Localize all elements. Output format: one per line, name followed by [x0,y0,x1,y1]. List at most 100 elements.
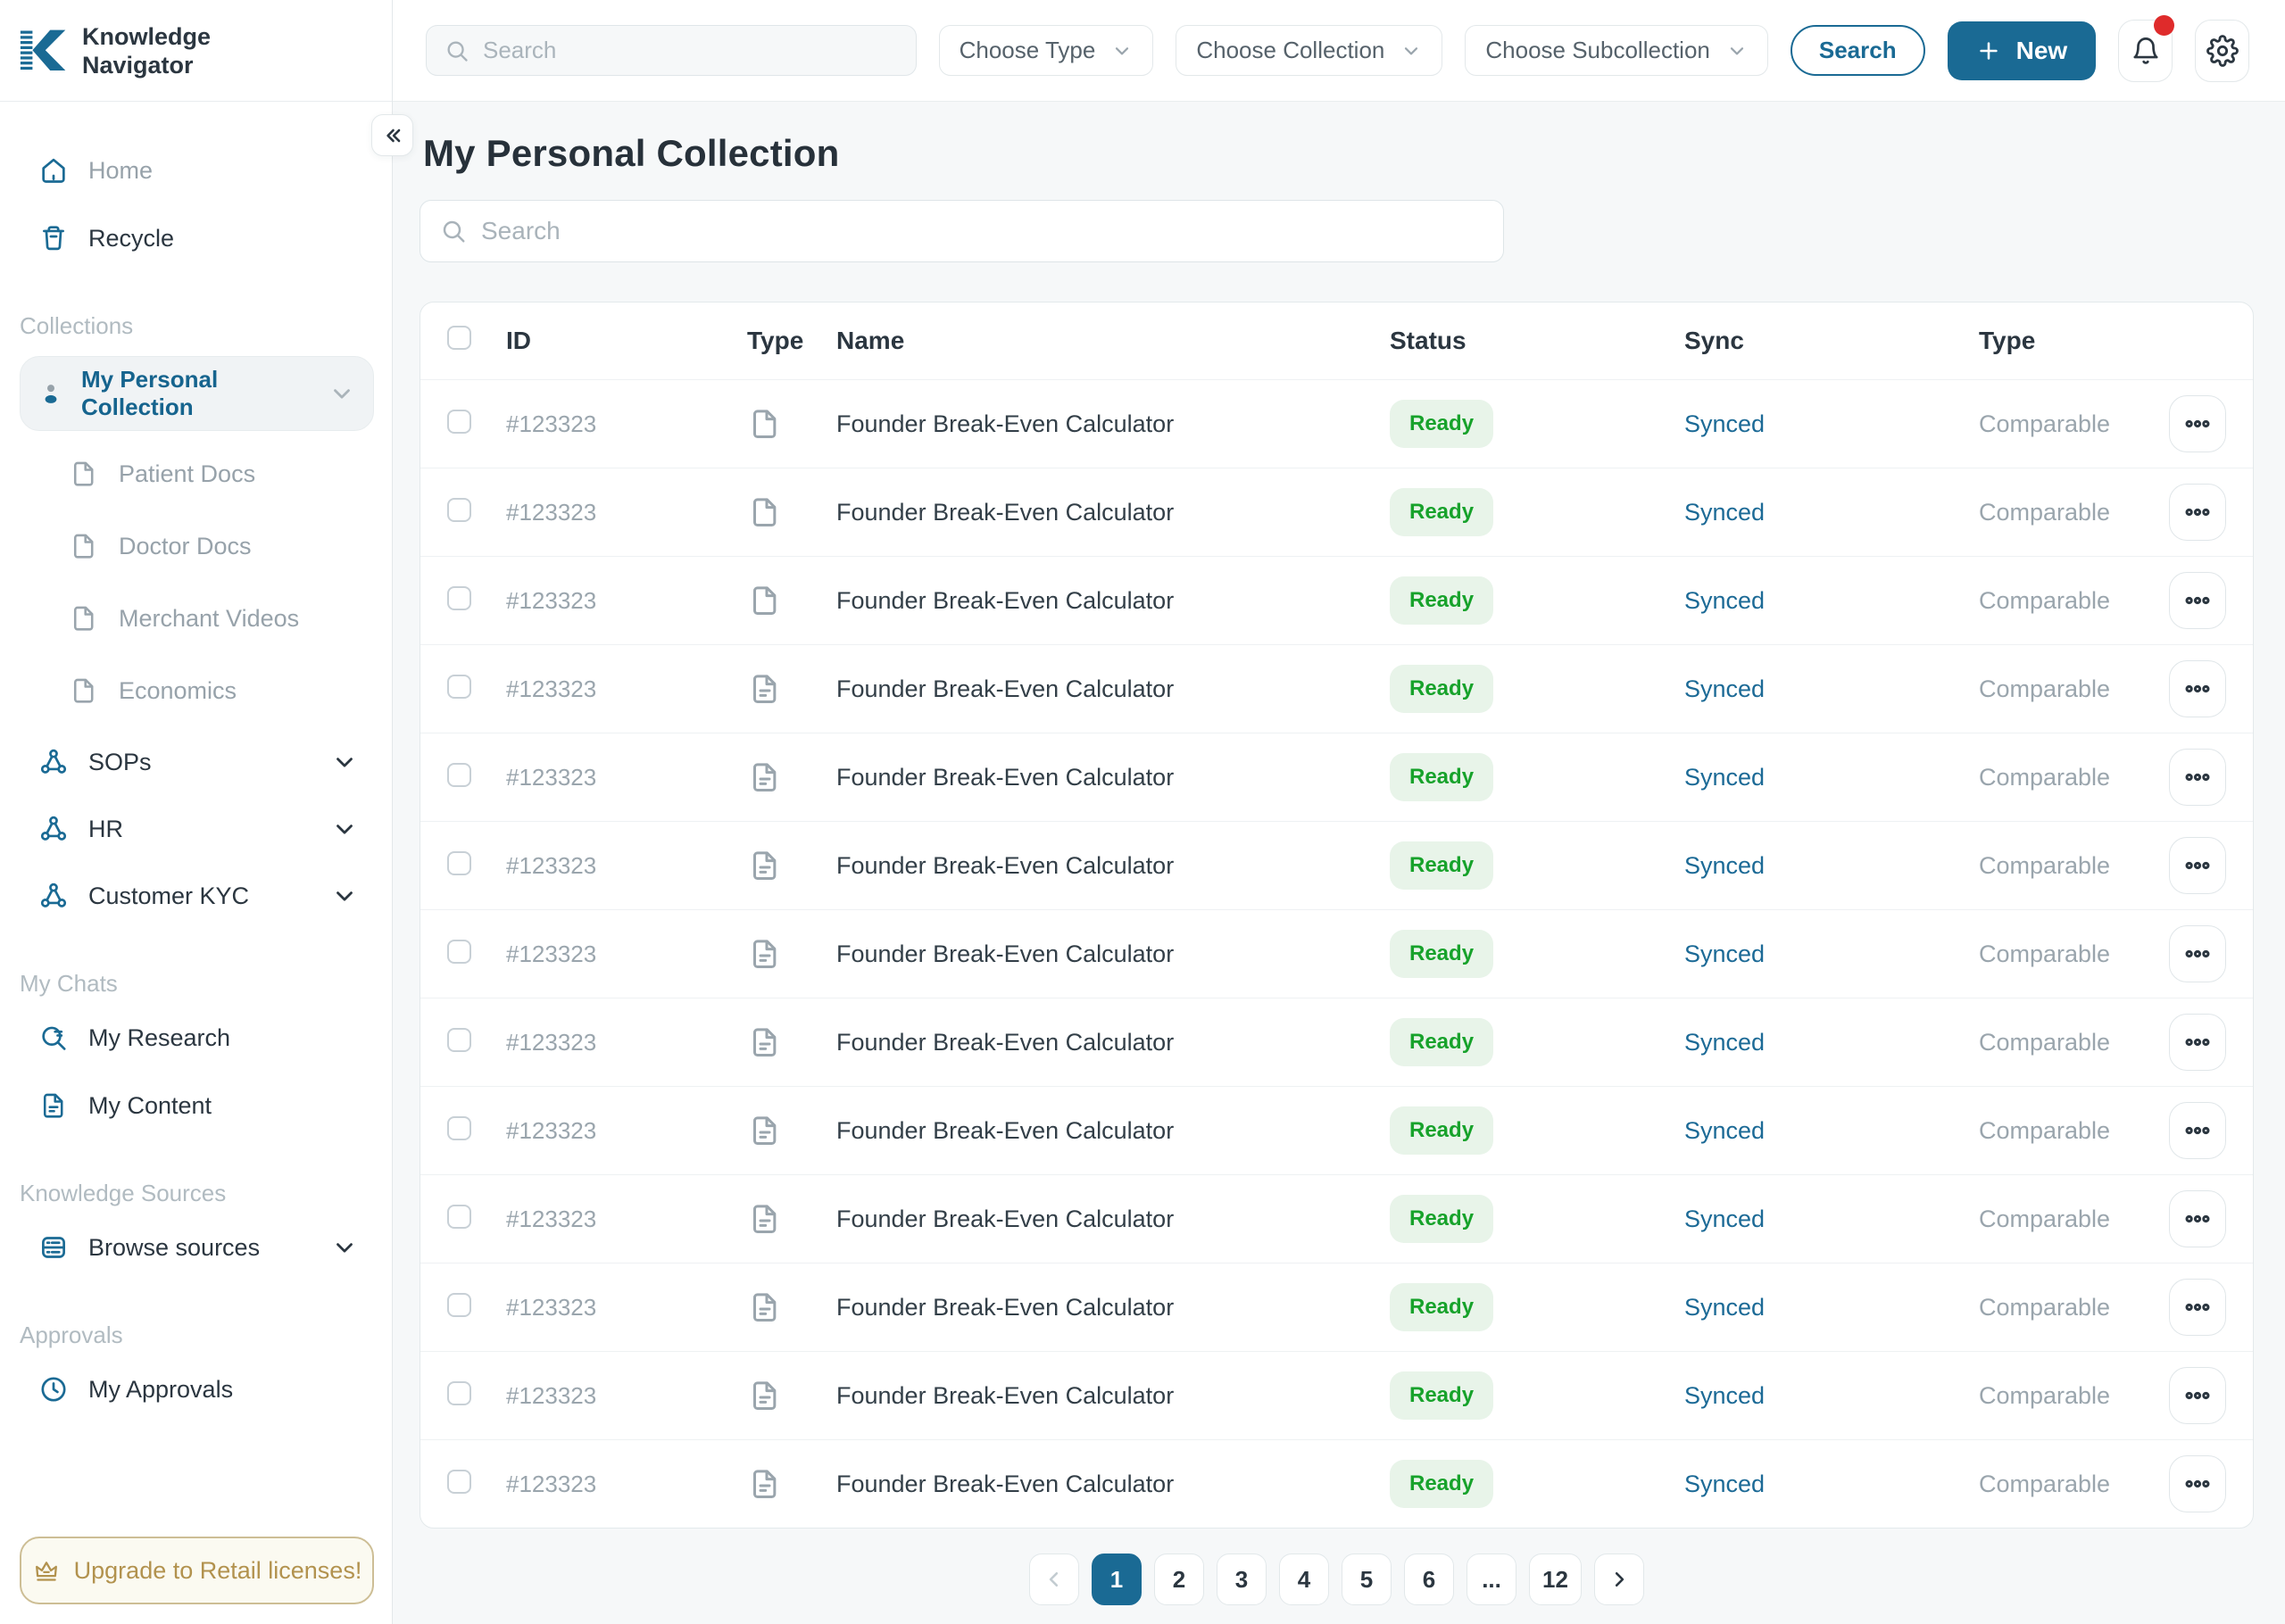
sidebar-item-customer-kyc[interactable]: Customer KYC [20,872,374,920]
choose-collection-dropdown[interactable]: Choose Collection [1176,25,1443,76]
global-search-input[interactable] [483,37,898,64]
row-checkbox[interactable] [447,851,471,875]
sidebar-item-label: Merchant Videos [119,604,300,632]
sidebar-item-doctor-docs[interactable]: Doctor Docs [20,521,374,571]
column-header-id: ID [506,327,531,354]
table-row: #123323 Founder Break-Even Calculator Re… [420,644,2253,733]
select-all-checkbox[interactable] [447,326,471,350]
table-header-row: ID Type Name Status Sync Type [420,302,2253,379]
sidebar-item-hr[interactable]: HR [20,805,374,853]
row-name: Founder Break-Even Calculator [836,1028,1175,1056]
pagination-page-button[interactable]: 1 [1092,1554,1142,1605]
upgrade-button[interactable]: Upgrade to Retail licenses! [20,1537,374,1604]
ellipsis-icon [2184,499,2211,526]
row-checkbox[interactable] [447,1116,471,1140]
file-text-icon [747,1024,783,1060]
brand-title-line2: Navigator [82,51,194,79]
collection-search-input[interactable] [481,217,1483,245]
row-checkbox[interactable] [447,410,471,434]
pagination-prev-button[interactable] [1029,1554,1080,1605]
sidebar-item-label: Browse sources [88,1233,261,1261]
sidebar-item-my-content[interactable]: My Content [20,1081,374,1130]
column-header-type: Type [747,327,804,354]
pagination-page-button[interactable]: 6 [1404,1554,1455,1605]
choose-subcollection-dropdown[interactable]: Choose Subcollection [1465,25,1768,76]
row-actions-button[interactable] [2169,572,2226,629]
ellipsis-icon [2184,852,2211,879]
row-id: #123323 [506,410,597,437]
sidebar-item-merchant-videos[interactable]: Merchant Videos [20,593,374,643]
sidebar-item-label: My Content [88,1091,212,1119]
table-row: #123323 Founder Break-Even Calculator Re… [420,1086,2253,1174]
choose-type-dropdown[interactable]: Choose Type [938,25,1154,76]
row-checkbox[interactable] [447,1470,471,1494]
sidebar-item-my-approvals[interactable]: My Approvals [20,1365,374,1413]
row-checkbox[interactable] [447,940,471,964]
sidebar-item-patient-docs[interactable]: Patient Docs [20,449,374,499]
row-id: #123323 [506,940,597,967]
sidebar-item-label: Economics [119,676,237,704]
file-icon [69,603,99,634]
row-checkbox[interactable] [447,1293,471,1317]
row-actions-button[interactable] [2169,1455,2226,1512]
status-badge: Ready [1390,1371,1494,1420]
row-name: Founder Break-Even Calculator [836,1205,1175,1232]
sidebar-item-my-research[interactable]: My Research [20,1014,374,1062]
row-actions-button[interactable] [2169,660,2226,717]
row-name: Founder Break-Even Calculator [836,763,1175,791]
search-button[interactable]: Search [1790,25,1925,76]
pagination-page-button[interactable]: 3 [1217,1554,1267,1605]
new-button[interactable]: New [1947,21,2097,80]
file-text-icon [747,1289,783,1325]
row-checkbox[interactable] [447,586,471,610]
pagination-page-button[interactable]: 4 [1279,1554,1330,1605]
choose-subcollection-label: Choose Subcollection [1485,37,1710,63]
row-type-icon-cell [747,936,836,972]
row-checkbox[interactable] [447,1381,471,1405]
sidebar-item-my-personal-collection[interactable]: My Personal Collection [20,356,374,431]
row-actions-button[interactable] [2169,925,2226,982]
page-title: My Personal Collection [423,132,840,174]
pagination-page-button[interactable]: 5 [1342,1554,1392,1605]
row-actions-button[interactable] [2169,484,2226,541]
row-actions-button[interactable] [2169,1367,2226,1424]
pagination-ellipsis[interactable]: ... [1467,1554,1517,1605]
chevron-down-icon [328,380,355,407]
row-actions-button[interactable] [2169,749,2226,806]
row-actions-button[interactable] [2169,837,2226,894]
table-row: #123323 Founder Break-Even Calculator Re… [420,733,2253,821]
row-actions-button[interactable] [2169,1279,2226,1336]
topbar: Choose Type Choose Collection Choose Sub… [393,0,2285,102]
row-checkbox[interactable] [447,1205,471,1229]
file-text-icon [747,1466,783,1502]
settings-button[interactable] [2195,19,2249,82]
sidebar-item-economics[interactable]: Economics [20,666,374,716]
row-actions-button[interactable] [2169,1190,2226,1247]
sidebar-collapse-button[interactable] [371,114,413,156]
row-actions-button[interactable] [2169,395,2226,452]
row-checkbox[interactable] [447,498,471,522]
status-badge: Ready [1390,400,1494,448]
status-badge: Ready [1390,753,1494,801]
row-type-icon-cell [747,1024,836,1060]
row-name: Founder Break-Even Calculator [836,1116,1175,1144]
pagination-page-button[interactable]: 12 [1529,1554,1582,1605]
row-type-icon-cell [747,848,836,883]
row-checkbox[interactable] [447,763,471,787]
row-actions-button[interactable] [2169,1102,2226,1159]
pagination-next-button[interactable] [1593,1554,1644,1605]
row-checkbox[interactable] [447,675,471,699]
row-actions-button[interactable] [2169,1014,2226,1071]
table-row: #123323 Founder Break-Even Calculator Re… [420,1351,2253,1439]
ellipsis-icon [2184,675,2211,702]
row-checkbox[interactable] [447,1028,471,1052]
row-type: Comparable [1979,763,2111,791]
sidebar-item-home[interactable]: Home [20,146,374,195]
brand-title: Knowledge Navigator [82,22,211,79]
sidebar-item-browse-sources[interactable]: Browse sources [20,1223,374,1272]
notifications-button[interactable] [2118,14,2175,82]
sidebar-item-label: My Personal Collection [81,366,219,420]
sidebar-item-sops[interactable]: SOPs [20,738,374,786]
pagination-page-button[interactable]: 2 [1154,1554,1205,1605]
sidebar-item-recycle[interactable]: Recycle [20,214,374,262]
